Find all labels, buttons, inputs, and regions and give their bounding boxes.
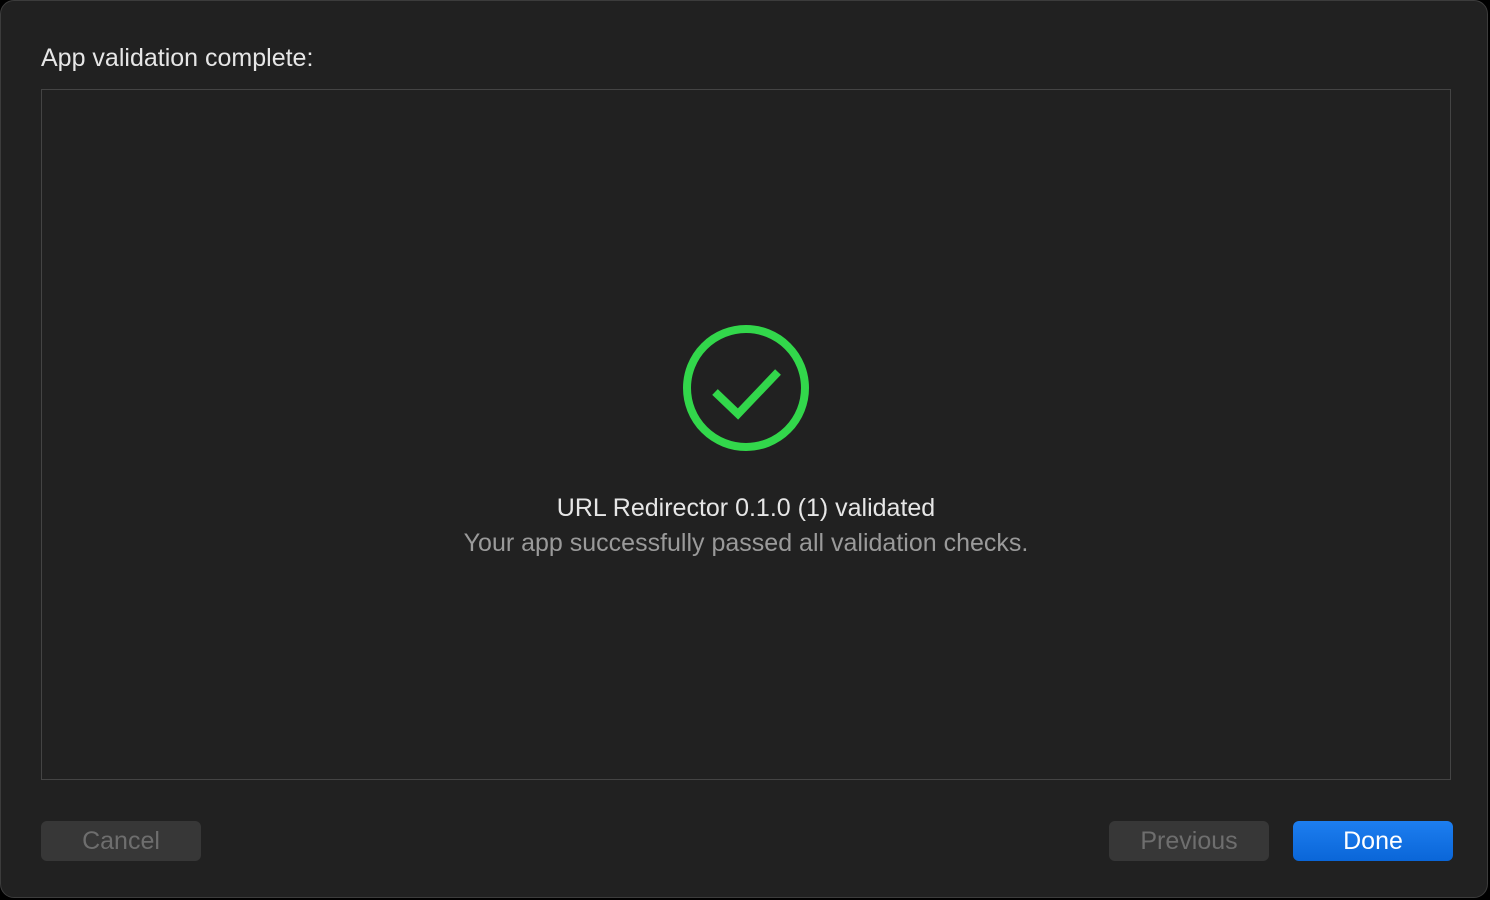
- dialog-title: App validation complete:: [41, 44, 314, 72]
- previous-button[interactable]: Previous: [1109, 821, 1269, 861]
- validation-result-panel: URL Redirector 0.1.0 (1) validated Your …: [41, 89, 1451, 780]
- cancel-button[interactable]: Cancel: [41, 821, 201, 861]
- done-button[interactable]: Done: [1293, 821, 1453, 861]
- validation-status-detail: Your app successfully passed all validat…: [463, 529, 1029, 557]
- checkmark-circle-icon: [683, 325, 809, 451]
- validation-dialog: App validation complete: URL Redirector …: [0, 0, 1488, 898]
- validation-status-title: URL Redirector 0.1.0 (1) validated: [556, 494, 936, 522]
